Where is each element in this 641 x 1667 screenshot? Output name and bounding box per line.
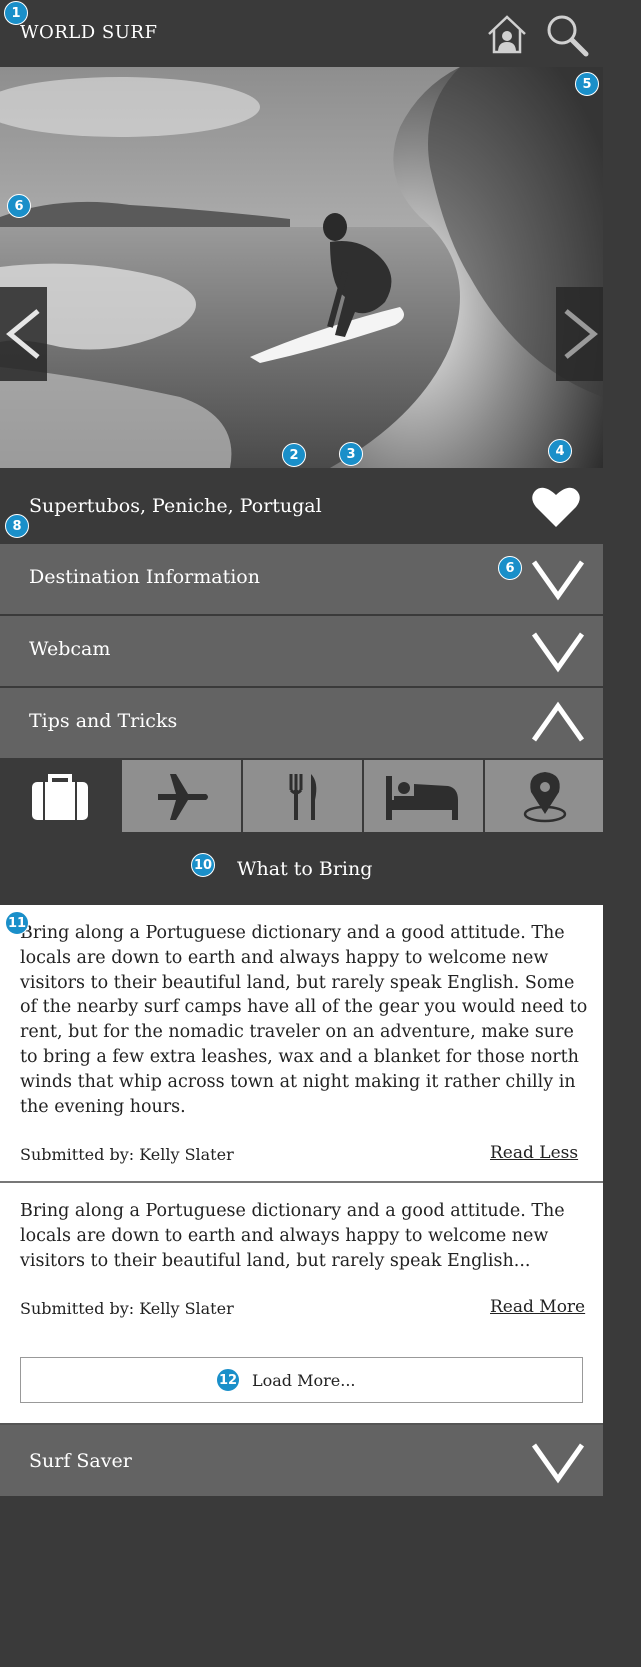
annotation-marker: 8 [5,514,29,538]
chevron-down-icon [531,632,585,673]
chevron-down-icon [531,560,585,601]
tip-submitted-by: Submitted by: Kelly Slater [20,1145,234,1164]
tip-submitted-by: Submitted by: Kelly Slater [20,1299,234,1318]
tips-category-tabs [0,760,603,832]
tab-title: What to Bring [237,858,373,880]
tip-text: Bring along a Portuguese dictionary and … [20,1201,565,1271]
tab-dining[interactable] [242,760,362,832]
section-tips-and-tricks[interactable]: Tips and Tricks [0,688,603,758]
tab-lodging[interactable] [363,760,483,832]
annotation-marker: 6 [498,556,522,580]
airplane-icon [158,774,208,820]
tab-what-to-bring[interactable] [0,760,120,832]
home-user-icon[interactable] [485,12,529,56]
tab-location[interactable] [484,760,603,832]
section-label: Destination Information [29,566,260,588]
location-name: Supertubos, Peniche, Portugal [29,495,322,517]
chevron-right-icon [564,309,598,359]
annotation-marker: 4 [548,439,572,463]
search-icon[interactable] [544,12,589,57]
app-frame: WORLD SURF Supertubos, Peniche, Portugal… [0,0,603,1667]
annotation-marker: 1 [4,1,28,25]
section-label: Surf Saver [29,1450,132,1472]
top-bar: WORLD SURF [0,0,603,67]
tip-text: Bring along a Portuguese dictionary and … [20,923,588,1117]
annotation-marker: 6 [7,194,31,218]
section-webcam[interactable]: Webcam [0,616,603,688]
section-destination-information[interactable]: Destination Information [0,544,603,616]
section-label: Tips and Tricks [29,710,178,732]
load-more-label: Load More... [252,1371,356,1390]
location-bar: Supertubos, Peniche, Portugal [0,468,603,544]
annotation-marker: 3 [339,442,363,466]
hero-image [0,67,603,468]
annotation-marker: 10 [191,853,215,877]
chevron-up-icon [531,701,585,742]
tip-divider [0,1181,603,1183]
read-less-link[interactable]: Read Less [490,1143,578,1163]
read-more-link[interactable]: Read More [490,1297,585,1317]
tab-travel[interactable] [121,760,241,832]
annotation-marker: 2 [282,443,306,467]
section-surf-saver[interactable]: Surf Saver [0,1425,603,1498]
annotation-marker: 5 [575,72,599,96]
fork-knife-icon [289,774,317,820]
heart-icon[interactable] [531,485,581,529]
chevron-left-icon [6,309,40,359]
app-title: WORLD SURF [20,22,158,43]
tips-content: Bring along a Portuguese dictionary and … [0,905,603,1425]
prev-slide-button[interactable] [0,287,47,381]
suitcase-icon [32,774,88,820]
load-more-button[interactable]: Load More... [20,1357,583,1403]
next-slide-button[interactable] [556,287,603,381]
annotation-marker: 12 [216,1368,240,1392]
chevron-down-icon [531,1443,585,1484]
tab-title-bar: What to Bring [0,832,603,905]
section-label: Webcam [29,638,111,660]
annotation-marker: 11 [5,911,29,935]
bed-icon [386,776,458,820]
map-pin-icon [523,772,567,823]
